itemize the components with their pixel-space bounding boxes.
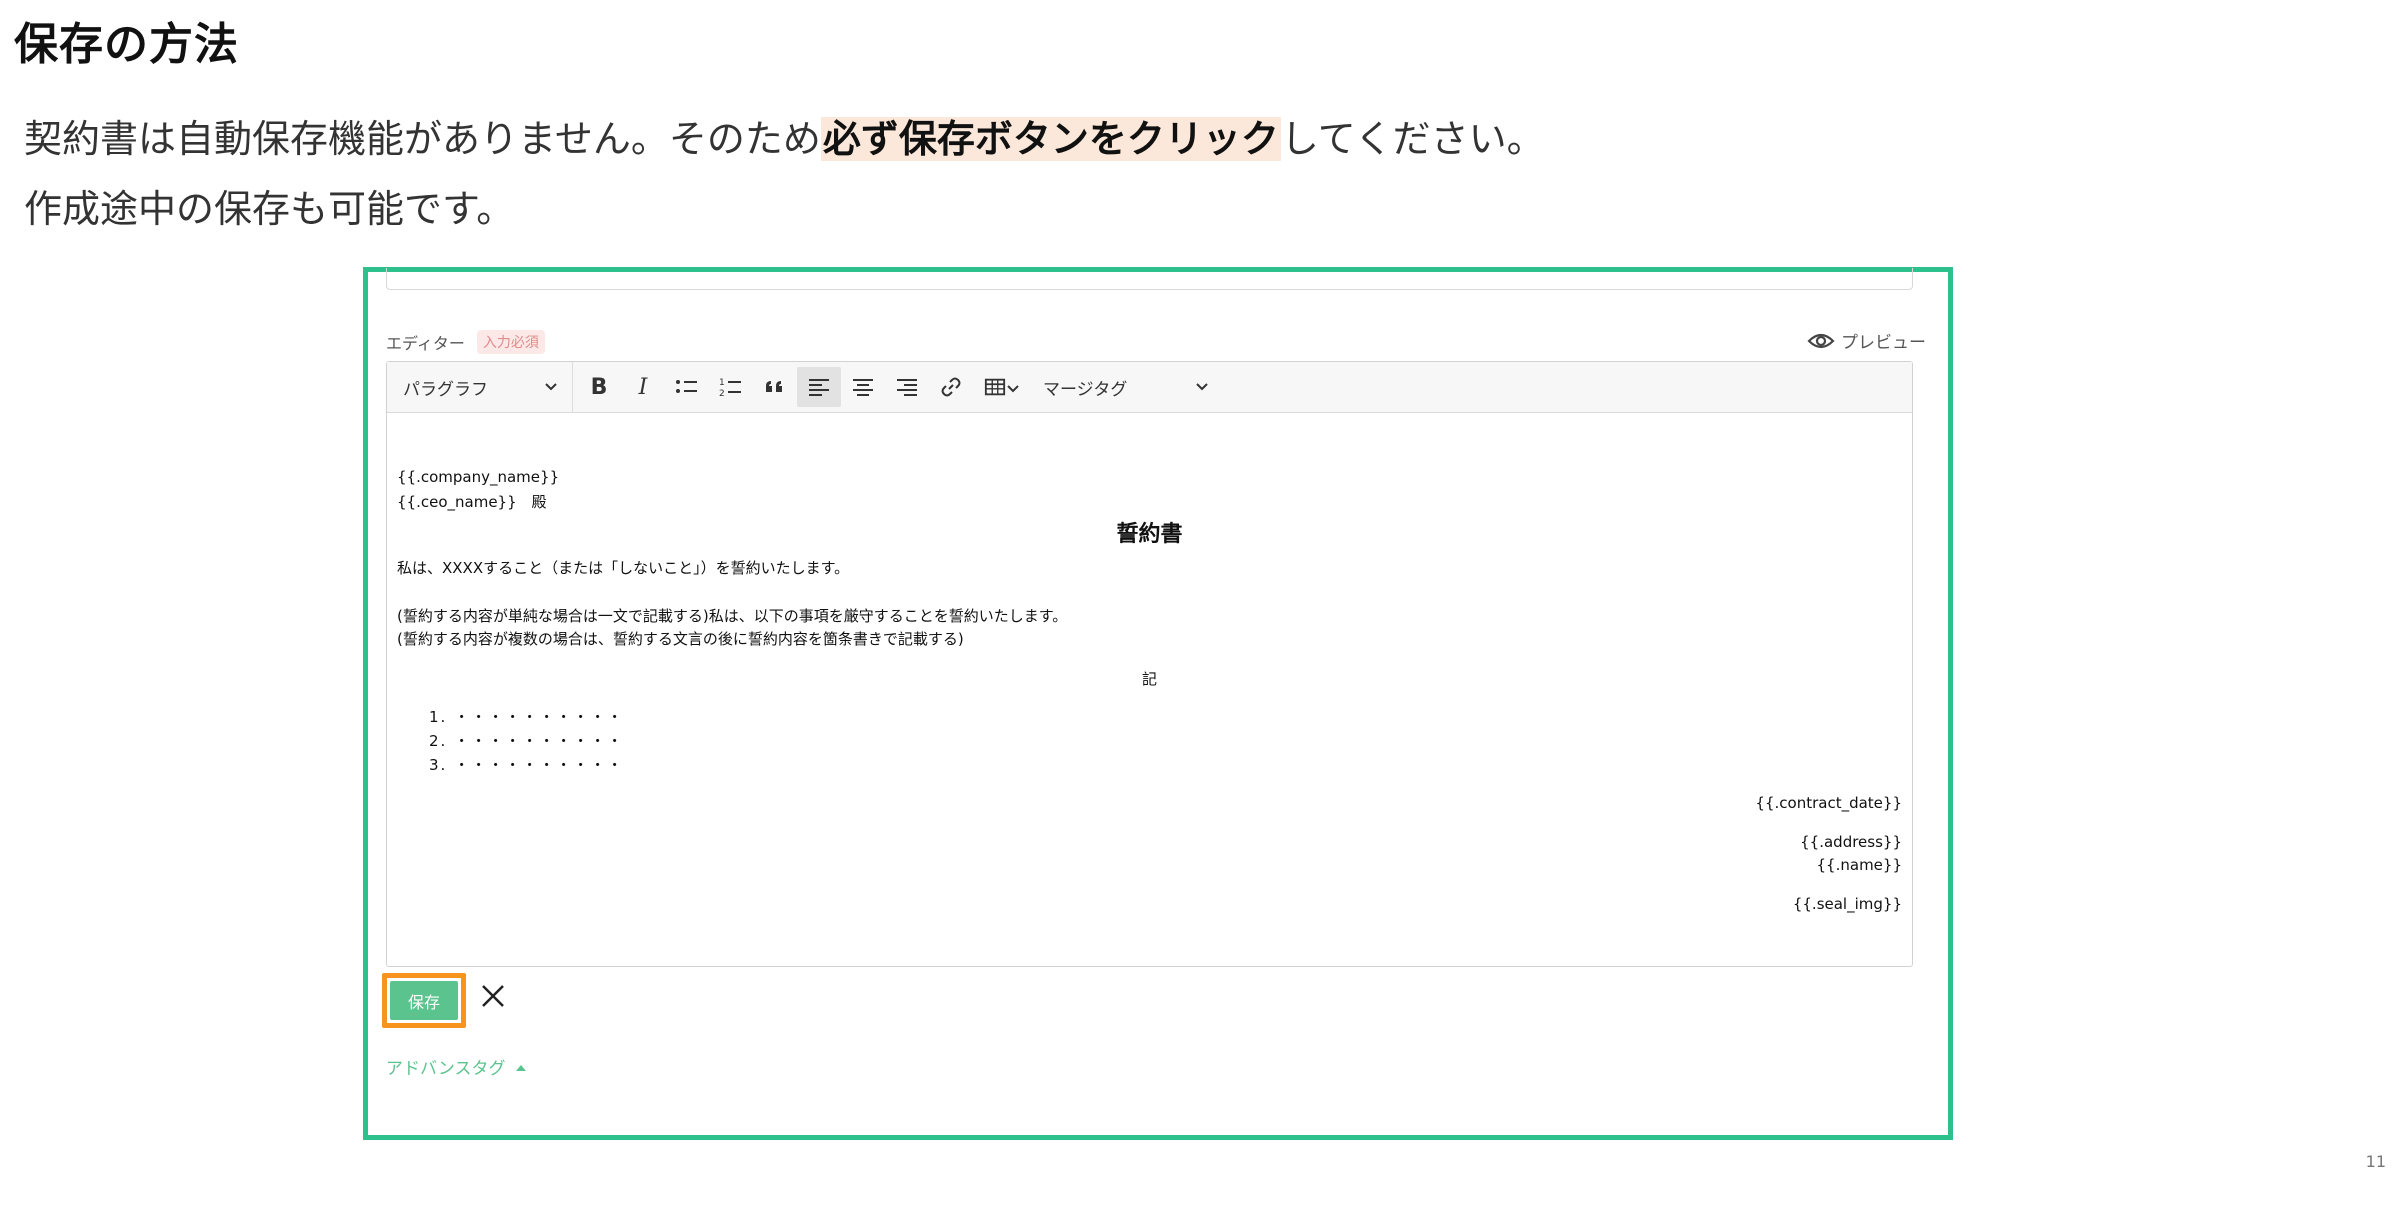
align-right-button[interactable] [885, 367, 929, 407]
bulleted-list-icon [676, 380, 697, 393]
link-button[interactable] [929, 367, 973, 407]
advanced-tags-toggle[interactable]: アドバンスタグ [386, 1054, 528, 1079]
list-item: 1. ・・・・・・・・・・ [429, 708, 625, 726]
chevron-down-icon [1006, 375, 1020, 400]
editor-label: エディター 入力必須 [386, 330, 545, 354]
company-name-tag: {{.company_name}} [397, 468, 560, 486]
address-tag: {{.address}} [1800, 833, 1902, 851]
save-button[interactable]: 保存 [390, 981, 458, 1020]
slide-heading: 保存の方法 [14, 19, 239, 70]
page-number: 11 [2365, 1152, 2386, 1171]
italic-icon: I [638, 374, 648, 400]
caret-up-icon [515, 1064, 526, 1071]
rich-text-editor: パラグラフ B I 12 マージタグ {{.company_name}} {{.… [386, 361, 1913, 967]
document-title: 誓約書 [1116, 522, 1183, 547]
screenshot-frame: エディター 入力必須 プレビュー パラグラフ B I 12 マージタグ {{.c… [363, 267, 1953, 1140]
seal-img-tag: {{.seal_img}} [1792, 895, 1902, 913]
required-badge: 入力必須 [476, 330, 545, 354]
table-icon [984, 378, 1006, 396]
align-center-icon [853, 379, 873, 396]
close-icon[interactable] [478, 981, 508, 1011]
list-item: 2. ・・・・・・・・・・ [429, 732, 625, 750]
name-tag: {{.name}} [1816, 856, 1902, 874]
ceo-name-line: {{.ceo_name}} 殿 [397, 493, 547, 511]
align-left-button[interactable] [797, 367, 841, 407]
numbered-list-icon: 12 [719, 378, 741, 398]
blockquote-button[interactable] [753, 367, 797, 407]
align-left-icon [809, 379, 829, 396]
bold-icon: B [590, 374, 608, 400]
merge-tag-label: マージタグ [1043, 379, 1128, 400]
contract-date-tag: {{.contract_date}} [1755, 794, 1902, 812]
instruction-line-1: 契約書は自動保存機能がありません。そのため必ず保存ボタンをクリックしてください。 [24, 108, 1545, 163]
svg-text:2: 2 [719, 389, 725, 398]
link-icon [941, 377, 961, 397]
preview-button[interactable]: プレビュー [1807, 328, 1926, 353]
highlighted-instruction: 必ず保存ボタンをクリック [820, 117, 1281, 161]
editor-toolbar: パラグラフ B I 12 マージタグ [387, 361, 1912, 413]
note-multiple: (誓約する内容が複数の場合は、誓約する文言の後に誓約内容を箇条書きで記載する) [397, 630, 964, 648]
svg-text:1: 1 [719, 378, 725, 388]
bold-button[interactable]: B [577, 367, 621, 407]
previous-field[interactable] [386, 268, 1913, 290]
preview-label: プレビュー [1841, 333, 1926, 353]
merge-tag-select[interactable]: マージタグ [1031, 362, 1209, 413]
list-item: 3. ・・・・・・・・・・ [429, 756, 625, 774]
bulleted-list-button[interactable] [665, 367, 709, 407]
table-button[interactable] [973, 367, 1031, 407]
instruction-text: 契約書は自動保存機能がありません。そのため [24, 117, 821, 161]
editor-content[interactable]: {{.company_name}} {{.ceo_name}} 殿 誓約書 私は… [387, 413, 1912, 966]
advanced-tags-label: アドバンスタグ [386, 1059, 506, 1079]
ki-heading: 記 [1141, 670, 1157, 688]
numbered-list-button[interactable]: 12 [709, 367, 753, 407]
instruction-line-2: 作成途中の保存も可能です。 [24, 187, 515, 231]
eye-icon [1807, 333, 1835, 348]
quote-icon [766, 381, 782, 392]
chevron-down-icon [544, 377, 558, 397]
pledge-text: 私は、XXXXすること（または「しないこと」）を誓約いたします。 [397, 559, 850, 577]
align-center-button[interactable] [841, 367, 885, 407]
paragraph-select-label: パラグラフ [403, 379, 488, 400]
chevron-down-icon [1195, 377, 1209, 397]
editor-label-text: エディター [386, 334, 465, 353]
note-single: (誓約する内容が単純な場合は一文で記載する)私は、以下の事項を厳守することを誓約… [397, 607, 1068, 625]
italic-button[interactable]: I [621, 367, 665, 407]
instruction-text-end: してください。 [1280, 117, 1545, 161]
align-right-icon [897, 379, 917, 396]
paragraph-select[interactable]: パラグラフ [387, 361, 573, 413]
save-button-highlight: 保存 [382, 973, 466, 1028]
